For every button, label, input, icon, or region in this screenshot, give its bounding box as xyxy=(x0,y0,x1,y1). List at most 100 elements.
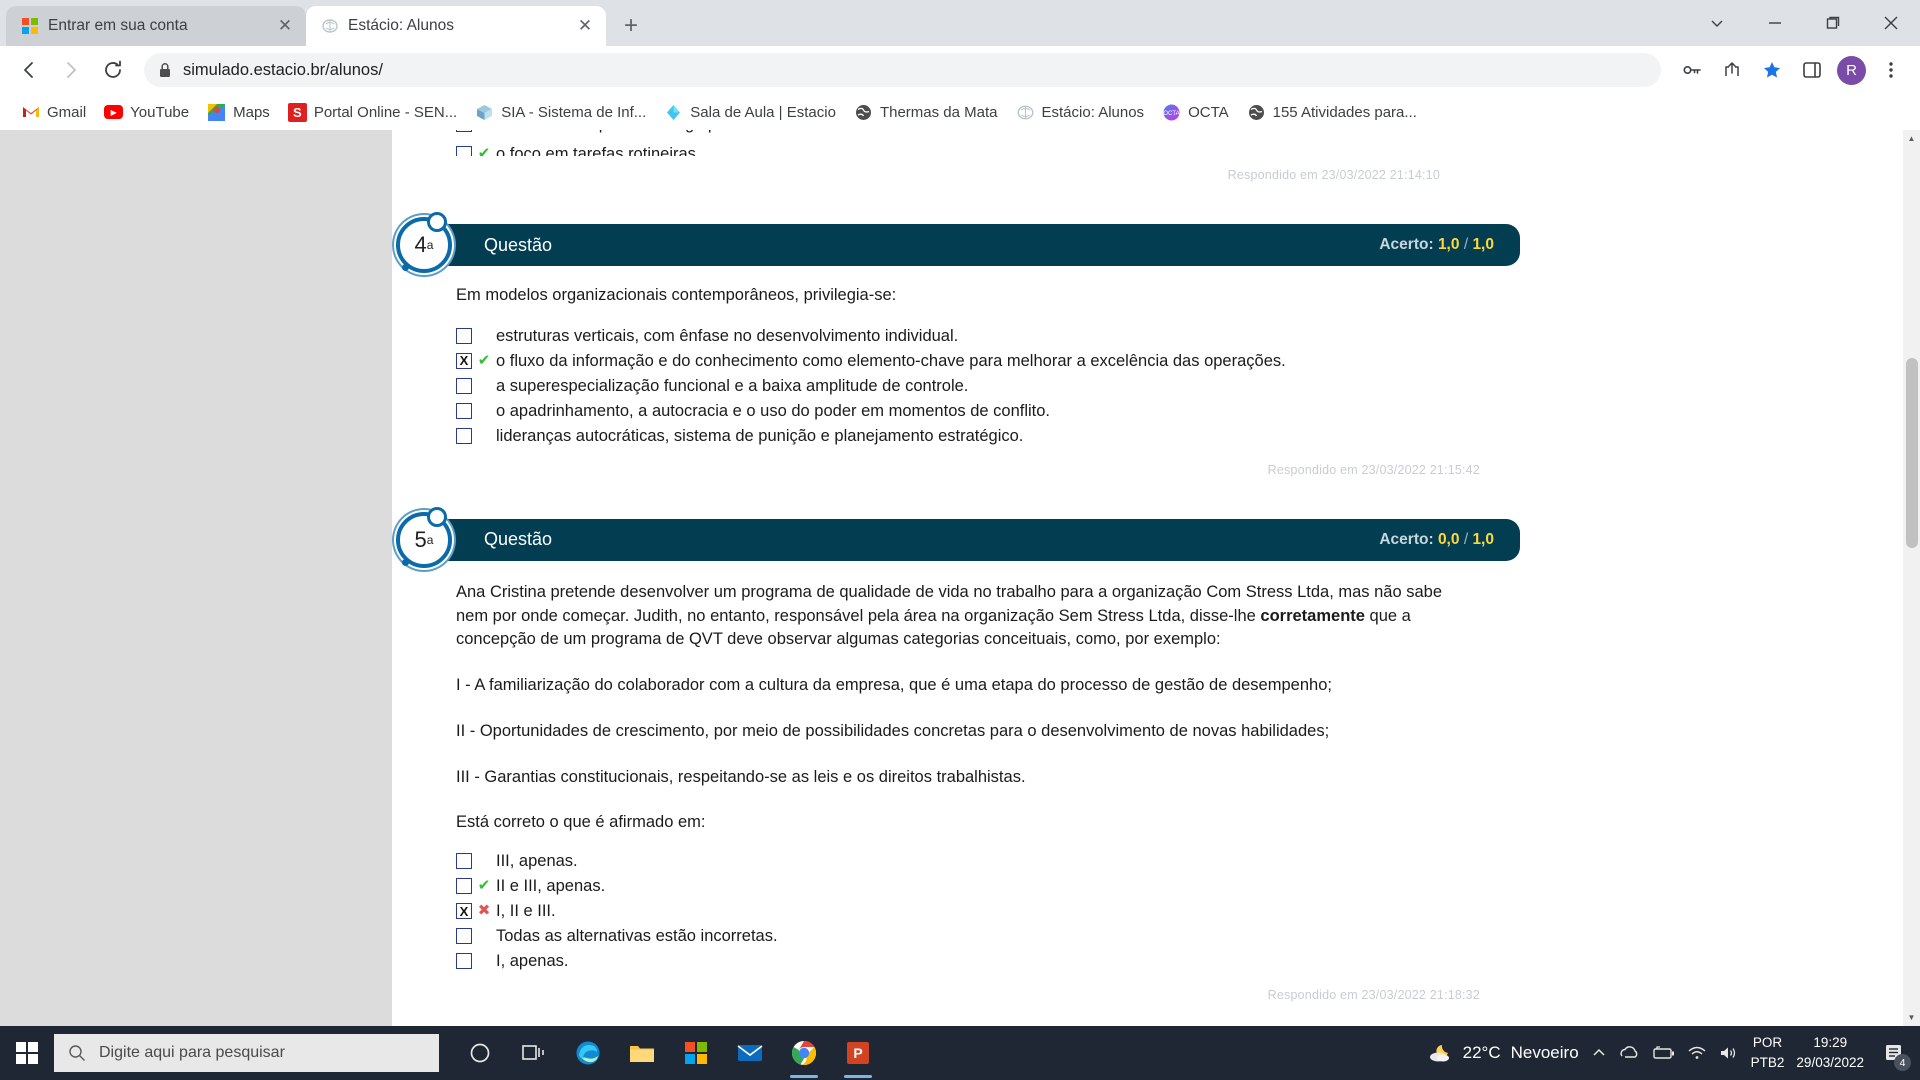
url-text: simulado.estacio.br/alunos/ xyxy=(183,60,383,79)
sidepanel-icon[interactable] xyxy=(1793,51,1831,89)
chrome-menu-icon[interactable] xyxy=(1872,51,1910,89)
address-bar[interactable]: simulado.estacio.br/alunos/ xyxy=(144,53,1661,87)
option-row[interactable]: o alcance temporal de longo prazo. xyxy=(456,130,1480,139)
chrome-icon[interactable] xyxy=(777,1026,831,1080)
language-indicator[interactable]: POR PTB2 xyxy=(1751,1033,1785,1072)
option-label: a superespecialização funcional e a baix… xyxy=(496,376,969,395)
file-explorer-icon[interactable] xyxy=(615,1026,669,1080)
maps-icon xyxy=(207,103,226,122)
weather-widget[interactable]: 22°C Nevoeiro xyxy=(1427,1042,1579,1064)
clock[interactable]: 19:29 29/03/2022 xyxy=(1796,1033,1864,1072)
maximize-button[interactable] xyxy=(1804,0,1862,46)
bookmark-youtube[interactable]: ▶ YouTube xyxy=(95,100,198,125)
bookmark-octa[interactable]: OCTA OCTA xyxy=(1153,99,1238,126)
option-row[interactable]: X ✖ I, II e III. xyxy=(456,901,1480,926)
question-header-label: Questão xyxy=(484,529,553,550)
option-checkbox[interactable]: X xyxy=(456,352,472,369)
option-row[interactable]: III, apenas. xyxy=(456,851,1480,876)
option-checkbox[interactable] xyxy=(456,327,472,344)
password-key-icon[interactable] xyxy=(1673,51,1711,89)
option-checkbox[interactable] xyxy=(456,953,472,969)
wifi-icon[interactable] xyxy=(1687,1045,1707,1061)
globe-icon xyxy=(1247,103,1266,122)
close-button[interactable] xyxy=(1862,0,1920,46)
cortana-icon[interactable] xyxy=(453,1026,507,1080)
option-label: II e III, apenas. xyxy=(496,877,606,895)
battery-icon[interactable] xyxy=(1651,1045,1675,1061)
option-checkbox[interactable] xyxy=(456,146,472,156)
option-label: estruturas verticais, com ênfase no dese… xyxy=(496,326,959,345)
option-checkbox[interactable] xyxy=(456,130,472,132)
scroll-down-icon[interactable]: ▼ xyxy=(1903,1009,1920,1026)
powerpoint-icon[interactable]: P xyxy=(831,1026,885,1080)
option-checkbox[interactable] xyxy=(456,402,472,419)
minimize-button[interactable] xyxy=(1746,0,1804,46)
edge-icon[interactable] xyxy=(561,1026,615,1080)
bookmark-thermas-da-mata[interactable]: Thermas da Mata xyxy=(845,99,1007,126)
close-icon[interactable]: ✕ xyxy=(574,15,596,37)
bookmark-label: Gmail xyxy=(47,103,87,121)
score-separator: / xyxy=(1463,530,1469,548)
option-row[interactable]: a superespecialização funcional e a baix… xyxy=(456,376,1480,401)
lock-icon xyxy=(158,62,172,78)
reload-icon[interactable] xyxy=(94,51,132,89)
bookmark-gmail[interactable]: Gmail xyxy=(12,99,95,126)
page-left-gutter xyxy=(0,130,392,1026)
taskbar-search-box[interactable]: Digite aqui para pesquisar xyxy=(54,1034,439,1072)
scroll-up-icon[interactable]: ▲ xyxy=(1903,130,1920,147)
bookmark-star-icon[interactable] xyxy=(1753,51,1791,89)
bookmark-maps[interactable]: Maps xyxy=(198,99,279,126)
option-checkbox[interactable] xyxy=(456,427,472,444)
bookmark-sala-de-aula[interactable]: Sala de Aula | Estacio xyxy=(655,99,845,126)
option-row[interactable]: lideranças autocráticas, sistema de puni… xyxy=(456,426,1480,451)
forward-icon[interactable] xyxy=(52,51,90,89)
option-row[interactable]: Todas as alternativas estão incorretas. xyxy=(456,926,1480,951)
option-checkbox[interactable] xyxy=(456,928,472,944)
close-icon[interactable]: ✕ xyxy=(274,15,296,37)
question-item-2: II - Oportunidades de crescimento, por m… xyxy=(456,721,1330,740)
option-row[interactable]: ✔ o foco em tarefas rotineiras. xyxy=(456,144,1480,156)
avatar[interactable]: R xyxy=(1837,55,1866,85)
wrong-mark-icon: ✖ xyxy=(477,902,491,919)
option-row[interactable]: o apadrinhamento, a autocracia e o uso d… xyxy=(456,401,1480,426)
language-line2: PTB2 xyxy=(1750,1055,1785,1070)
answered-timestamp: Respondido em 23/03/2022 21:14:10 xyxy=(1227,168,1440,182)
start-button[interactable] xyxy=(0,1026,54,1080)
tray-expand-icon[interactable] xyxy=(1591,1045,1607,1061)
question-number-badge: 5a xyxy=(396,506,452,568)
option-checkbox[interactable] xyxy=(456,878,472,894)
task-view-icon[interactable] xyxy=(507,1026,561,1080)
back-icon[interactable] xyxy=(10,51,48,89)
option-row[interactable]: I, apenas. xyxy=(456,951,1480,976)
browser-tab-1[interactable]: Entrar em sua conta ✕ xyxy=(6,6,306,46)
chevron-down-icon[interactable] xyxy=(1688,0,1746,46)
option-row[interactable]: ✔ II e III, apenas. xyxy=(456,876,1480,901)
bookmark-label: Maps xyxy=(233,103,270,121)
mail-icon[interactable] xyxy=(723,1026,777,1080)
share-icon[interactable] xyxy=(1713,51,1751,89)
bookmark-estacio-alunos[interactable]: Estácio: Alunos xyxy=(1007,99,1154,126)
bookmark-155-atividades[interactable]: 155 Atividades para... xyxy=(1238,99,1426,126)
bookmark-portal-online[interactable]: S Portal Online - SEN... xyxy=(279,99,466,126)
scrollbar-thumb[interactable] xyxy=(1906,358,1918,548)
correct-mark-icon: ✔ xyxy=(477,145,491,156)
volume-icon[interactable] xyxy=(1719,1045,1739,1061)
score-label: Acerto: xyxy=(1379,530,1434,548)
browser-window: Entrar em sua conta ✕ Estácio: Alunos ✕ … xyxy=(0,0,1920,1026)
store-icon[interactable] xyxy=(669,1026,723,1080)
onedrive-icon[interactable] xyxy=(1619,1044,1639,1062)
option-row[interactable]: estruturas verticais, com ênfase no dese… xyxy=(456,326,1480,351)
option-row[interactable]: X ✔ o fluxo da informação e do conhecime… xyxy=(456,351,1480,376)
new-tab-button[interactable]: + xyxy=(614,9,648,43)
question-block-5: 5a Questão Acerto: 0,0 / 1,0 Ana Cristin… xyxy=(392,506,1520,1008)
bookmark-sia[interactable]: SIA - Sistema de Inf... xyxy=(466,99,655,126)
option-checkbox[interactable]: X xyxy=(456,903,472,919)
vertical-scrollbar[interactable]: ▲ ▼ xyxy=(1903,130,1920,1026)
option-checkbox[interactable] xyxy=(456,853,472,869)
score-max: 1,0 xyxy=(1472,530,1494,548)
notification-center-button[interactable]: 4 xyxy=(1876,1026,1912,1080)
bookmark-label: YouTube xyxy=(130,103,190,121)
option-checkbox[interactable] xyxy=(456,377,472,394)
bookmark-label: Portal Online - SEN... xyxy=(313,103,458,121)
browser-tab-2[interactable]: Estácio: Alunos ✕ xyxy=(306,6,606,46)
